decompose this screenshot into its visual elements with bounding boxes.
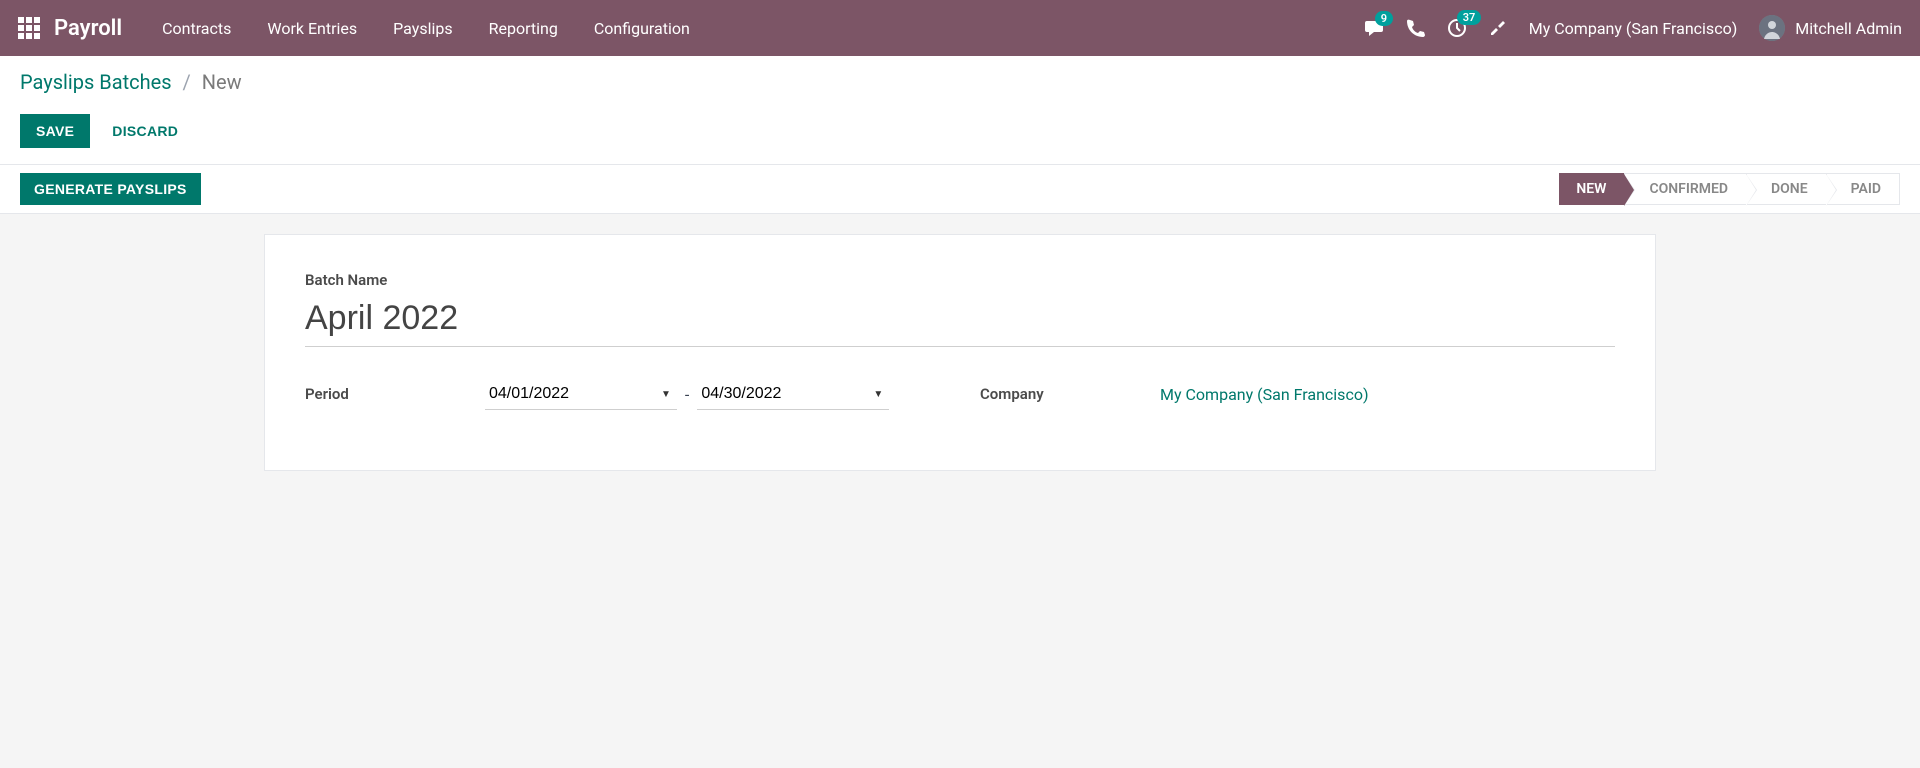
- form-row: Period ▼ - ▼ Company My Company (San Fra…: [305, 379, 1615, 410]
- batch-name-label: Batch Name: [305, 271, 1615, 289]
- company-label: Company: [980, 379, 1160, 403]
- date-to-field: ▼: [697, 379, 889, 410]
- status-step-done[interactable]: DONE: [1746, 173, 1827, 205]
- form-card: Batch Name Period ▼ - ▼ Company My Compa…: [264, 234, 1656, 471]
- nav-links: Contracts Work Entries Payslips Reportin…: [162, 19, 1355, 38]
- user-menu[interactable]: Mitchell Admin: [1759, 15, 1902, 41]
- date-from-input[interactable]: [485, 379, 655, 409]
- nav-link-work-entries[interactable]: Work Entries: [267, 19, 357, 38]
- status-steps: NEW CONFIRMED DONE PAID: [1560, 173, 1900, 205]
- apps-icon[interactable]: [18, 17, 40, 39]
- generate-payslips-button[interactable]: GENERATE PAYSLIPS: [20, 173, 201, 205]
- date-from-field: ▼: [485, 379, 677, 410]
- breadcrumb: Payslips Batches / New: [20, 70, 1900, 94]
- nav-link-reporting[interactable]: Reporting: [489, 19, 558, 38]
- batch-name-input[interactable]: [305, 295, 1615, 347]
- company-field: Company My Company (San Francisco): [980, 379, 1615, 410]
- period-dash: -: [681, 385, 693, 404]
- nav-link-payslips[interactable]: Payslips: [393, 19, 452, 38]
- breadcrumb-root[interactable]: Payslips Batches: [20, 70, 172, 94]
- nav-link-contracts[interactable]: Contracts: [162, 19, 231, 38]
- discard-button[interactable]: DISCARD: [100, 114, 190, 148]
- breadcrumb-bar: Payslips Batches / New: [0, 56, 1920, 102]
- status-step-new[interactable]: NEW: [1559, 173, 1625, 205]
- action-bar: SAVE DISCARD: [0, 102, 1920, 165]
- status-step-paid[interactable]: PAID: [1826, 173, 1900, 205]
- breadcrumb-current: New: [202, 70, 242, 94]
- period-inputs: ▼ - ▼: [485, 379, 889, 410]
- top-navbar: Payroll Contracts Work Entries Payslips …: [0, 0, 1920, 56]
- messages-badge: 9: [1375, 11, 1393, 26]
- nav-right: 9 37 My Company (San Francisco) Mitchell…: [1365, 15, 1902, 41]
- chevron-down-icon[interactable]: ▼: [867, 389, 889, 400]
- chevron-down-icon[interactable]: ▼: [655, 389, 677, 400]
- activities-icon[interactable]: 37: [1447, 18, 1467, 38]
- status-bar: GENERATE PAYSLIPS NEW CONFIRMED DONE PAI…: [0, 165, 1920, 214]
- save-button[interactable]: SAVE: [20, 114, 90, 148]
- messages-icon[interactable]: 9: [1365, 19, 1385, 37]
- company-selector[interactable]: My Company (San Francisco): [1529, 19, 1738, 38]
- nav-link-configuration[interactable]: Configuration: [594, 19, 690, 38]
- activities-badge: 37: [1457, 10, 1482, 25]
- company-value-link[interactable]: My Company (San Francisco): [1160, 379, 1369, 404]
- app-title[interactable]: Payroll: [54, 16, 122, 41]
- phone-icon[interactable]: [1407, 19, 1425, 37]
- period-label: Period: [305, 379, 485, 403]
- date-to-input[interactable]: [697, 379, 867, 409]
- user-name: Mitchell Admin: [1795, 19, 1902, 38]
- tools-icon[interactable]: [1489, 19, 1507, 37]
- avatar: [1759, 15, 1785, 41]
- period-field: Period ▼ - ▼: [305, 379, 940, 410]
- status-step-confirmed[interactable]: CONFIRMED: [1624, 173, 1747, 205]
- breadcrumb-separator: /: [177, 70, 197, 94]
